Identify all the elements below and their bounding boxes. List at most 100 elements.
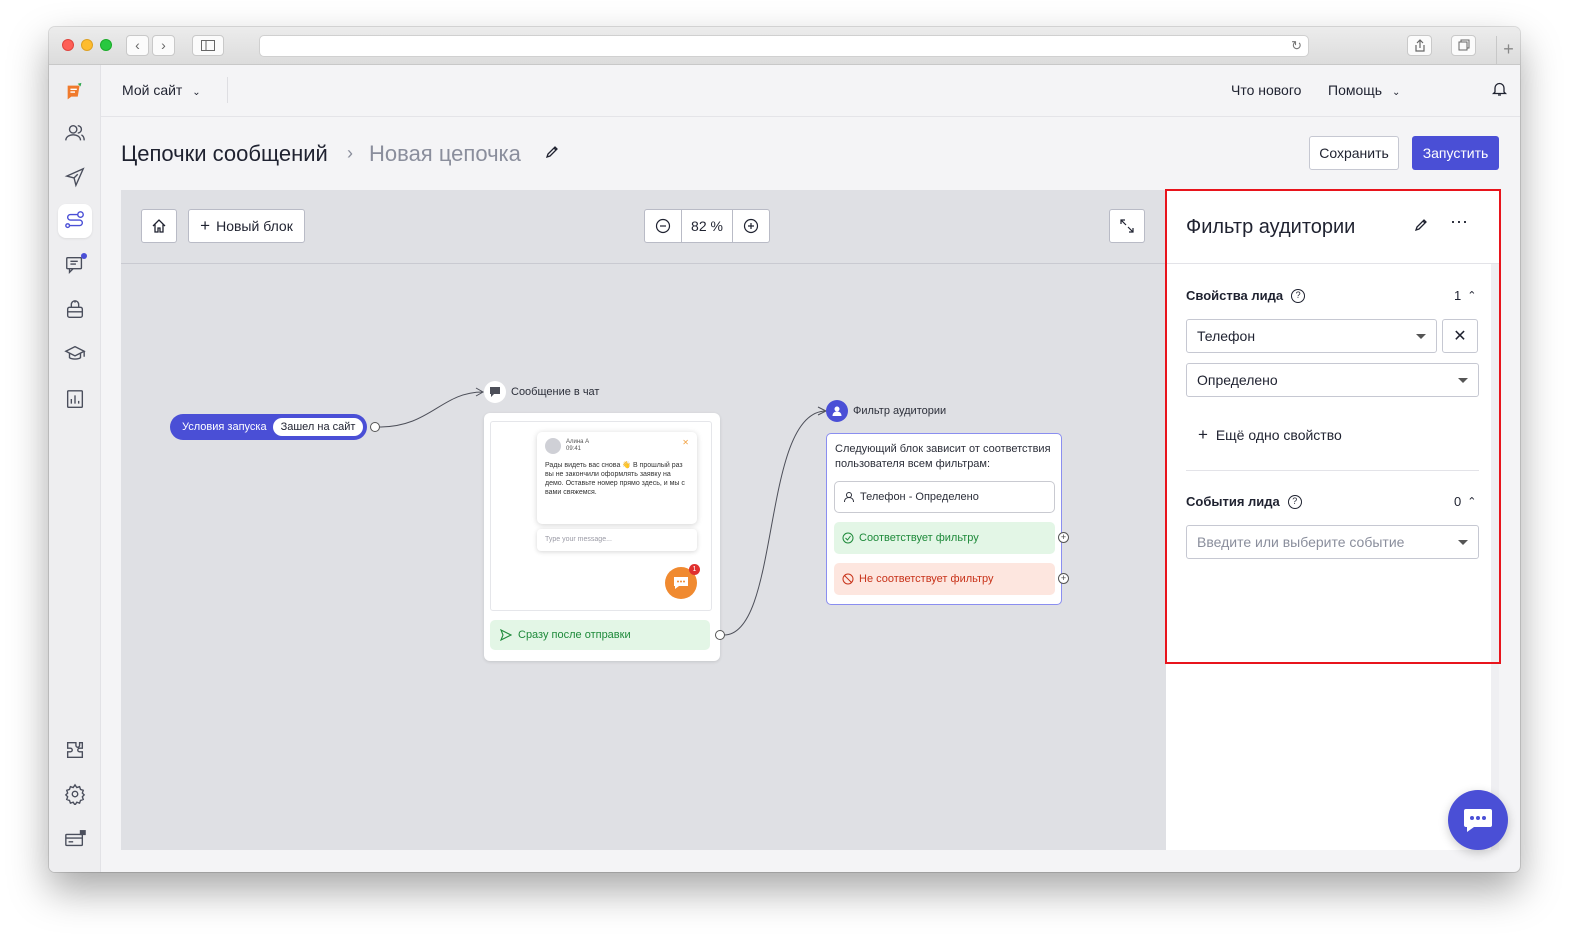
operator-avatar <box>545 438 561 454</box>
lead-events-title: События лида ? <box>1186 494 1302 509</box>
start-output-handle[interactable] <box>370 422 380 432</box>
close-icon: ✕ <box>1453 328 1467 345</box>
check-circle-icon <box>842 532 854 544</box>
users-icon[interactable] <box>58 116 92 150</box>
billing-icon[interactable] <box>58 822 92 856</box>
zoom-window-button[interactable] <box>100 39 112 51</box>
message-trigger-output[interactable]: Сразу после отправки <box>490 620 710 650</box>
site-select[interactable]: Мой сайт ⌄ <box>122 82 201 98</box>
message-block-title: Сообщение в чат <box>511 386 600 398</box>
filter-block-header: Фильтр аудитории <box>826 400 946 422</box>
edit-title-icon[interactable] <box>545 145 559 164</box>
notification-dot <box>81 253 87 259</box>
help-menu[interactable]: Помощь ⌄ <box>1328 82 1400 98</box>
panel-scrollbar[interactable] <box>1491 264 1499 850</box>
lead-events-toggle[interactable]: 0 ⌃ <box>1454 494 1476 509</box>
filter-match-output[interactable]: Соответствует фильтру <box>834 522 1055 554</box>
flow-canvas[interactable]: + Новый блок 82 % Условия запуска Зашел … <box>121 190 1166 850</box>
tabs-icon <box>1458 39 1469 51</box>
save-button[interactable]: Сохранить <box>1309 136 1399 170</box>
add-match-branch-icon[interactable]: + <box>1058 532 1069 543</box>
filter-block[interactable]: Следующий блок зависит от соответствия п… <box>826 433 1062 605</box>
edit-icon[interactable] <box>1414 218 1428 237</box>
operator-select[interactable]: Определено <box>1186 363 1479 397</box>
minimize-window-button[interactable] <box>81 39 93 51</box>
bots-icon[interactable] <box>58 293 92 327</box>
block-icon <box>842 573 854 585</box>
share-icon <box>1414 39 1425 52</box>
settings-icon[interactable] <box>58 777 92 811</box>
caret-down-icon <box>1458 540 1468 545</box>
add-property-label: Ещё одно свойство <box>1215 427 1342 443</box>
lead-events-label: События лида <box>1186 494 1280 509</box>
messages-icon[interactable] <box>58 248 92 282</box>
operator-name: Алина А <box>566 439 590 445</box>
add-property-button[interactable]: + Ещё одно свойство <box>1198 425 1342 445</box>
filter-no-match-output[interactable]: Не соответствует фильтру <box>834 563 1055 595</box>
browser-window: ‹ › ↻ + Мой сайт ⌄ Что нового Помощь ⌄ Ц… <box>49 27 1520 872</box>
caret-down-icon <box>1458 378 1468 383</box>
topbar-divider <box>227 77 228 103</box>
chat-icon <box>484 381 506 403</box>
remove-property-button[interactable]: ✕ <box>1442 319 1478 353</box>
close-window-button[interactable] <box>62 39 74 51</box>
filter-condition: Телефон - Определено <box>834 481 1055 513</box>
reload-icon[interactable]: ↻ <box>1291 38 1302 54</box>
message-output-handle[interactable] <box>715 630 725 640</box>
start-conditions-node[interactable]: Условия запуска Зашел на сайт <box>170 414 368 440</box>
message-block[interactable]: Алина А 09:41 ✕ Рады видеть вас снова 👋 … <box>484 413 720 661</box>
lead-properties-label: Свойства лида <box>1186 288 1284 303</box>
academy-icon[interactable] <box>58 337 92 371</box>
page-title: Новая цепочка <box>369 141 521 166</box>
message-preview: Алина А 09:41 ✕ Рады видеть вас снова 👋 … <box>490 421 712 611</box>
help-icon[interactable]: ? <box>1287 494 1302 509</box>
chat-bubble-preview: Алина А 09:41 ✕ Рады видеть вас снова 👋 … <box>537 432 697 524</box>
bell-icon[interactable] <box>1491 81 1508 100</box>
filter-no-match-label: Не соответствует фильтру <box>859 573 994 585</box>
support-chat-button[interactable] <box>1448 790 1508 850</box>
chevron-down-icon: ⌄ <box>192 87 201 98</box>
message-time: 09:41 <box>566 446 582 452</box>
integrations-icon[interactable] <box>58 733 92 767</box>
app-sidebar <box>49 65 101 872</box>
message-block-header: Сообщение в чат <box>484 381 599 403</box>
add-no-match-branch-icon[interactable]: + <box>1058 573 1069 584</box>
filter-block-title: Фильтр аудитории <box>853 405 947 417</box>
breadcrumb-parent[interactable]: Цепочки сообщений <box>121 141 328 167</box>
section-divider <box>1186 470 1479 471</box>
operator-value: Определено <box>1197 372 1278 388</box>
chains-icon[interactable] <box>58 204 92 238</box>
chevron-down-icon: ⌄ <box>1391 87 1401 98</box>
share-button[interactable] <box>1407 35 1432 56</box>
property-select[interactable]: Телефон <box>1186 319 1437 353</box>
unread-badge: 1 <box>689 564 700 575</box>
help-icon[interactable]: ? <box>1291 288 1306 303</box>
chat-bubble-icon <box>1464 809 1492 832</box>
new-tab-button[interactable]: + <box>1496 36 1520 65</box>
sidebar-toggle-button[interactable] <box>192 35 224 56</box>
event-select[interactable]: Введите или выберите событие <box>1186 525 1479 559</box>
start-trigger-badge: Зашел на сайт <box>272 418 364 436</box>
user-outline-icon <box>844 492 854 503</box>
message-input-preview: Type your message... <box>537 529 697 551</box>
address-bar[interactable]: ↻ <box>259 35 1309 57</box>
reports-icon[interactable] <box>58 382 92 416</box>
lead-properties-toggle[interactable]: 1 ⌃ <box>1454 288 1476 303</box>
send-icon <box>500 629 512 641</box>
chat-bubble-icon <box>674 577 688 589</box>
run-button[interactable]: Запустить <box>1412 136 1499 170</box>
logo-icon[interactable] <box>58 75 92 109</box>
panel-title: Фильтр аудитории <box>1186 216 1356 238</box>
whats-new-link[interactable]: Что нового <box>1231 82 1301 98</box>
close-icon: ✕ <box>682 438 689 447</box>
message-text: Рады видеть вас снова 👋 В прошлый раз вы… <box>545 462 685 496</box>
site-select-label: Мой сайт <box>122 82 183 98</box>
campaigns-icon[interactable] <box>58 160 92 194</box>
more-icon[interactable]: ⋯ <box>1450 212 1469 233</box>
help-menu-label: Помощь <box>1328 82 1383 98</box>
lead-properties-count: 1 <box>1454 288 1462 303</box>
forward-button[interactable]: › <box>152 35 175 56</box>
back-button[interactable]: ‹ <box>126 35 149 56</box>
tabs-overview-button[interactable] <box>1451 35 1476 56</box>
panel-header: Фильтр аудитории ⋯ <box>1166 190 1499 264</box>
